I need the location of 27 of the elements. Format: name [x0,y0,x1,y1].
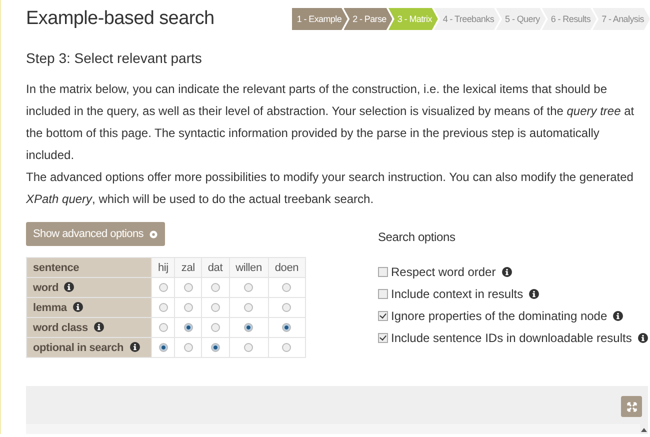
row-label: word [33,282,58,294]
option-label: Include context in results [391,287,524,301]
step-tab[interactable]: 2 - Parse [344,8,392,30]
option-label: Respect word order [391,265,496,279]
table-header-cell: zal [174,258,202,278]
row-label: optional in search [33,342,124,354]
option-label: Ignore properties of the dominating node [391,309,608,323]
page-title: Example-based search [26,8,214,30]
table-header-cell: hij [152,258,175,278]
step-tab[interactable]: 6 - Results [542,8,597,30]
step-tab[interactable]: 1 - Example [292,8,348,30]
table-header-cell: dat [201,258,230,278]
option-label: Include sentence IDs in downloadable results [391,331,632,345]
step-heading: Step 3: Select relevant parts [26,50,203,66]
table-header-cell: sentence [26,258,152,278]
section-title: Search options [378,230,456,244]
step-tab[interactable]: 4 - Treebanks [434,8,500,30]
step-tab[interactable]: 3 - Matrix [388,8,438,30]
advanced-options-button[interactable]: Show advanced options [26,222,165,246]
instructions-text: The advanced options offer more possibilities to modify your search instruction. You can also modify the generated XPath query, which will be used to do the actual treebank search. [26,169,634,208]
table-header-cell: doen [268,258,306,278]
table-header-cell: willen [229,258,268,278]
step-tab[interactable]: 5 - Query [496,8,546,30]
row-label: word class [33,322,88,334]
instructions-text: In the matrix below, you can indicate the relevant parts of the construction, i.e. the lexical items that should be included in the query, as well as their level of abstraction. Your selection is visualized by means of the query tree at the bottom of this page. The syntactic information provided by the parse in the previous step is automatically included. [26,81,636,164]
row-label: lemma [33,302,67,314]
step-tab[interactable]: 7 - Analysis [592,8,650,30]
